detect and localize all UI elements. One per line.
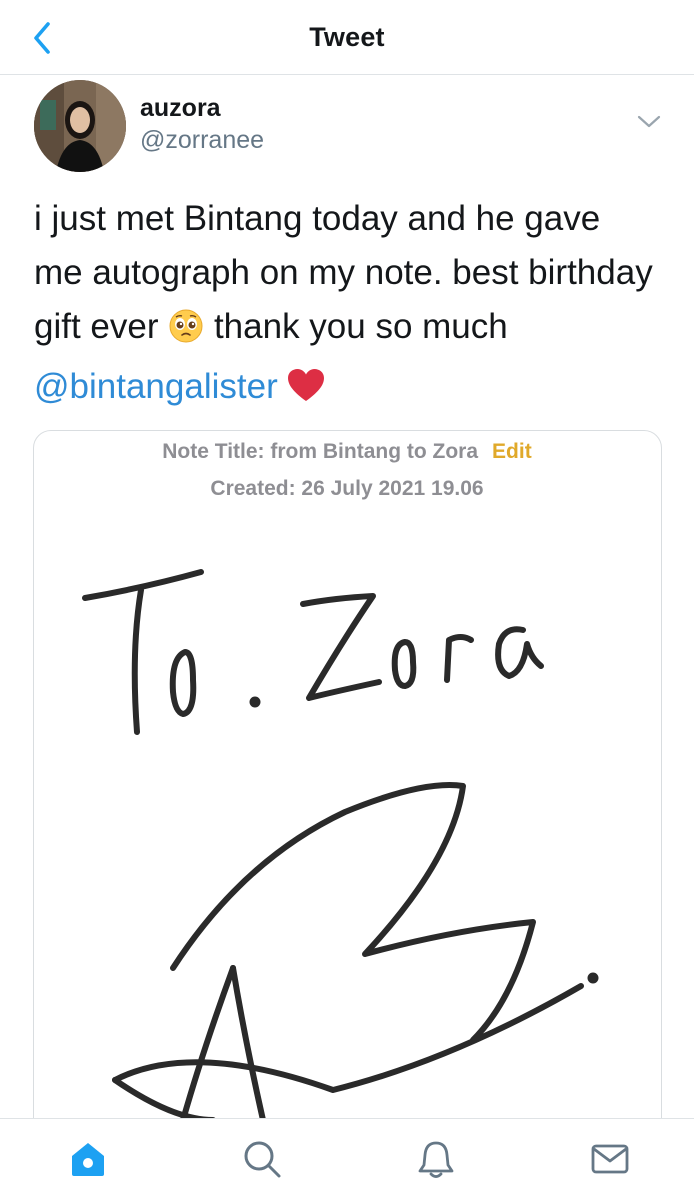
mail-icon	[591, 1144, 629, 1174]
home-icon	[72, 1143, 104, 1176]
tweet-text-part2: thank you so much	[204, 307, 508, 346]
tab-notifications[interactable]	[414, 1137, 458, 1181]
bottom-tab-bar	[0, 1118, 694, 1201]
more-options-button[interactable]	[634, 110, 664, 134]
red-heart-emoji	[287, 366, 325, 420]
tab-search[interactable]	[240, 1137, 284, 1181]
tweet-text: i just met Bintang today and he gave me …	[34, 192, 654, 420]
handwritten-autograph	[82, 569, 599, 1120]
pleading-face-emoji	[168, 306, 204, 360]
top-bar: Tweet	[0, 0, 694, 75]
page-title: Tweet	[309, 22, 385, 52]
avatar[interactable]	[34, 80, 126, 172]
author-handle[interactable]: @zorranee	[140, 126, 264, 155]
author-name[interactable]: auzora	[140, 94, 221, 123]
tab-messages[interactable]	[588, 1137, 632, 1181]
tab-home[interactable]	[66, 1137, 110, 1181]
bell-icon	[418, 1141, 454, 1178]
mention-link[interactable]: @bintangalister	[34, 367, 278, 406]
chevron-down-icon	[637, 115, 661, 128]
search-icon	[244, 1141, 281, 1178]
